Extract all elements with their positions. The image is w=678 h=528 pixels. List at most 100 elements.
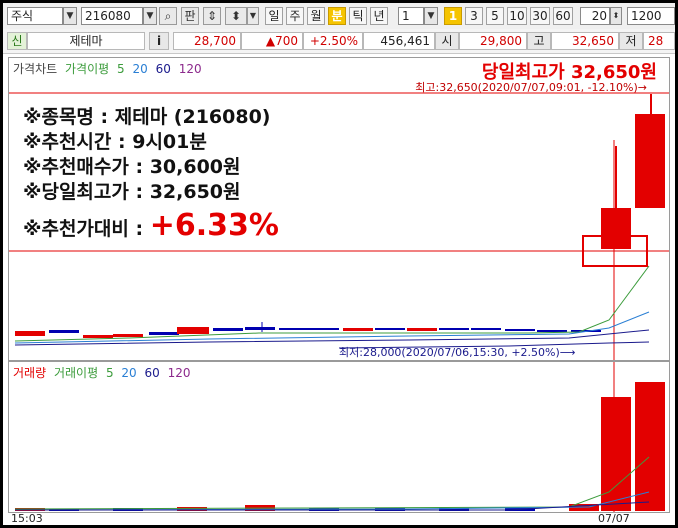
candle — [343, 328, 373, 331]
volume-value: 456,461 — [380, 34, 430, 48]
open-label-text: 시 — [441, 34, 453, 48]
low-label-text: 저 — [625, 34, 637, 48]
volume-bar — [601, 397, 631, 511]
stock-code-value: 216080 — [85, 9, 131, 23]
period-week-label: 주 — [289, 9, 301, 23]
price-chart-panel[interactable]: 가격차트 가격이평 5 20 60 120 당일최고가 32,650원 최고:3… — [8, 57, 670, 361]
candle — [49, 330, 79, 333]
interval-30-label: 30 — [532, 9, 548, 23]
x-axis: 15:03 07/07 — [3, 512, 675, 525]
market-select[interactable]: 주식 — [7, 7, 63, 25]
count-value: 20 — [591, 9, 607, 23]
new-badge-label: 신 — [11, 34, 23, 48]
annotation-stock-name: ※종목명 : 제테마 (216080) — [23, 106, 271, 128]
annotation-gain-value: +6.33% — [149, 208, 279, 243]
volume-chart-panel[interactable]: 거래량 거래이평 5 20 60 120 — [8, 361, 670, 513]
current-price-value: 28,700 — [194, 34, 236, 48]
interval-30-button[interactable]: 30 — [530, 7, 550, 25]
period-week-button[interactable]: 주 — [286, 7, 304, 25]
low-label: 저 — [619, 32, 643, 50]
candle — [635, 114, 665, 208]
period-month-button[interactable]: 월 — [307, 7, 325, 25]
high-price-value: 32,650 — [572, 34, 614, 48]
interval-60-label: 60 — [555, 9, 571, 23]
interval-select[interactable]: 1 — [398, 7, 424, 25]
candle — [83, 335, 113, 338]
period-minute-button[interactable]: 분 — [328, 7, 346, 25]
volume: 456,461 — [363, 32, 435, 50]
interval-1-label: 1 — [448, 9, 458, 23]
candle — [213, 328, 243, 331]
market-select-value: 주식 — [11, 9, 34, 23]
price-change: ▲700 — [241, 32, 303, 50]
info-icon[interactable]: i — [149, 32, 169, 50]
candle — [149, 332, 179, 335]
stock-name: 제테마 — [69, 34, 103, 48]
interval-dropdown-icon[interactable]: ▼ — [424, 7, 438, 25]
high-label-text: 고 — [533, 34, 545, 48]
interval-value: 1 — [402, 9, 410, 23]
candle — [439, 328, 469, 330]
current-price: 28,700 — [173, 32, 241, 50]
stock-name-field[interactable]: 제테마 — [27, 32, 145, 50]
candle — [113, 334, 143, 337]
annotation-gain: ※추천가대비 : +6.33% — [23, 208, 279, 243]
search-icon[interactable]: ⌕ — [159, 7, 177, 25]
interval-1-button[interactable]: 1 — [444, 7, 462, 25]
candle — [245, 327, 275, 330]
change-rate-value: +2.50% — [309, 34, 358, 48]
toolbar: 주식 ▼ 216080 ▼ ⌕ 판 ⇕ ⬍ ▼ 일 주 월 분 틱 년 1 ▼ … — [3, 3, 675, 30]
price-change-value: ▲700 — [265, 34, 298, 48]
candle — [505, 329, 535, 331]
up-down-spinner-icon[interactable]: ⬍ — [225, 7, 247, 25]
open-price: 29,800 — [459, 32, 527, 50]
period-tick-label: 틱 — [352, 9, 364, 23]
quote-info-bar: 신 제테마 i 28,700 ▲700 +2.50% 456,461 시 29,… — [3, 29, 675, 54]
candle — [407, 328, 437, 331]
count-input[interactable]: 20 — [580, 7, 610, 25]
chart-window: 주식 ▼ 216080 ▼ ⌕ 판 ⇕ ⬍ ▼ 일 주 월 분 틱 년 1 ▼ … — [3, 3, 675, 525]
spinner-dropdown-icon[interactable]: ▼ — [247, 7, 259, 25]
candle — [279, 328, 309, 330]
interval-3-button[interactable]: 3 — [465, 7, 483, 25]
low-price-value: 28 — [648, 34, 664, 48]
candle — [601, 208, 631, 249]
volume-chart-svg — [14, 362, 665, 512]
volume-bars-group — [15, 382, 665, 511]
annotation-gain-label: ※추천가대비 : — [23, 218, 150, 240]
interval-3-label: 3 — [470, 9, 478, 23]
open-price-value: 29,800 — [480, 34, 522, 48]
period-minute-label: 분 — [331, 9, 343, 23]
open-label: 시 — [435, 32, 459, 50]
interval-10-button[interactable]: 10 — [507, 7, 527, 25]
volume-ma5-line — [14, 456, 650, 510]
candle — [471, 328, 501, 330]
count-spinner-icon[interactable]: ⬍ — [610, 7, 622, 25]
stock-code-input[interactable]: 216080 — [81, 7, 143, 25]
period-year-label: 년 — [373, 9, 385, 23]
low-price: 28 — [643, 32, 675, 50]
interval-5-button[interactable]: 5 — [486, 7, 504, 25]
annotation-day-high: ※당일최고가 : 32,650원 — [23, 181, 241, 203]
candle — [15, 331, 45, 336]
interval-60-button[interactable]: 60 — [553, 7, 573, 25]
change-rate: +2.50% — [303, 32, 363, 50]
market-dropdown-icon[interactable]: ▼ — [63, 7, 77, 25]
period-tick-button[interactable]: 틱 — [349, 7, 367, 25]
candle — [177, 327, 209, 334]
annotation-rec-price: ※추천매수가 : 30,600원 — [23, 156, 241, 178]
candle — [375, 328, 405, 330]
range-input[interactable]: 1200 — [627, 7, 675, 25]
chart-button[interactable]: 판 — [181, 7, 199, 25]
low-marker-label: 최저:28,000(2020/07/06,15:30, +2.50%)⟶ — [339, 346, 576, 359]
period-day-button[interactable]: 일 — [265, 7, 283, 25]
stock-code-dropdown-icon[interactable]: ▼ — [143, 7, 157, 25]
period-day-label: 일 — [268, 9, 280, 23]
x-axis-end-label: 07/07 — [598, 512, 630, 525]
volume-bar — [635, 382, 665, 511]
new-badge: 신 — [7, 32, 27, 50]
sort-icon[interactable]: ⇕ — [203, 7, 221, 25]
info-icon-label: i — [156, 34, 162, 48]
high-price: 32,650 — [551, 32, 619, 50]
period-year-button[interactable]: 년 — [370, 7, 388, 25]
